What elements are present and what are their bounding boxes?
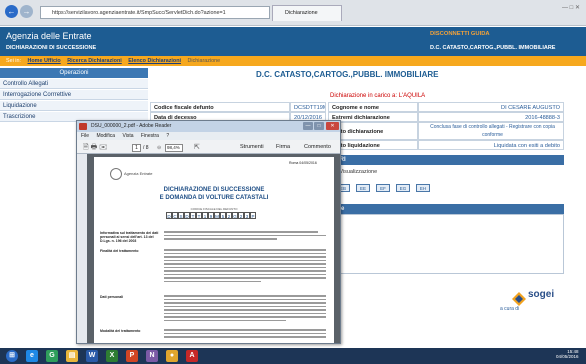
- breadcrumb-ricerca[interactable]: Ricerca Dichiarazioni: [67, 58, 122, 64]
- close-icon[interactable]: ✕: [326, 122, 339, 130]
- start-icon[interactable]: ⊞: [6, 350, 18, 362]
- pdf-page: Roma 04/05/2016 Agenzia Entrate DICHIARA…: [94, 157, 334, 343]
- pdf-cf-box: P: [250, 212, 256, 219]
- pdf-date: Roma 04/05/2016: [289, 161, 317, 165]
- maximize-icon[interactable]: □: [314, 122, 324, 130]
- acrobat-taskbar-icon[interactable]: A: [186, 350, 198, 362]
- adri-btn-ef[interactable]: EF: [376, 184, 390, 192]
- cf-label: Codice fiscale defunto: [150, 102, 290, 112]
- acura-label: a cura di: [500, 306, 520, 312]
- cognome-label: Cognome e nome: [328, 102, 418, 112]
- acrobat-window[interactable]: DSU_000000_2.pdf - Adobe Reader — □ ✕ Fi…: [76, 120, 341, 344]
- menu-liquidazione[interactable]: Liquidazione: [0, 101, 148, 111]
- agency-title: Agenzia delle Entrate: [6, 31, 92, 41]
- tray-clock: 15:48 04/05/2016: [556, 349, 579, 359]
- page-title: D.C. CATASTO,CARTOG.,PUBBL. IMMOBILIARE: [256, 70, 439, 79]
- cf-value: DCSDTT19M52G23P: [290, 102, 326, 112]
- sogei-logo-icon: [512, 292, 526, 306]
- pdf-text-block-2: [164, 249, 326, 284]
- pdf-heading-2: E DOMANDA DI VOLTURE CATASTALI: [159, 195, 269, 201]
- page-number-input[interactable]: 1: [132, 144, 141, 152]
- pdf-cf-caption: CODICE FISCALE DEL DEFUNTO: [190, 207, 238, 211]
- tools-button[interactable]: Strumenti: [240, 144, 264, 150]
- operations-heading: Operazioni: [0, 68, 148, 78]
- note-textarea[interactable]: [328, 214, 564, 274]
- breadcrumb-elenco[interactable]: Elenco Dichiarazioni: [128, 58, 181, 64]
- minimize-icon[interactable]: —: [303, 122, 313, 130]
- ie-icon[interactable]: e: [26, 350, 38, 362]
- site-subtitle: DICHIARAZIONI DI SUCCESSIONE: [6, 45, 97, 51]
- acrobat-app-icon: [79, 123, 87, 130]
- onenote-icon[interactable]: N: [146, 350, 158, 362]
- comment-button[interactable]: Commento: [304, 144, 331, 150]
- pdf-text-block-3: [164, 295, 326, 323]
- adri-btn-eh[interactable]: EH: [416, 184, 430, 192]
- zoom-input[interactable]: 98,4%: [165, 144, 183, 152]
- liquidazione-label: Stato liquidazione: [328, 140, 418, 150]
- breadcrumb-dichiarazione: Dichiarazione: [187, 58, 221, 64]
- menu-controllo-allegati[interactable]: Controllo Allegati: [0, 79, 148, 89]
- pdf-text-block-4: [164, 329, 326, 340]
- sogei-brand: sogei: [528, 289, 555, 300]
- adri-btn-ee[interactable]: EE: [356, 184, 370, 192]
- breadcrumb-home[interactable]: Home Ufficio: [27, 58, 60, 64]
- address-bar[interactable]: https://servizilavoro.agenziaentrate.it/…: [40, 6, 270, 19]
- zoom-out-icon[interactable]: ⊖: [157, 145, 161, 151]
- agency-logo-icon: [110, 168, 122, 180]
- window-controls[interactable]: — □ ✕: [562, 4, 580, 11]
- pdf-text-block-1: [164, 231, 326, 242]
- menu-vista[interactable]: Vista: [122, 133, 133, 139]
- word-icon[interactable]: W: [86, 350, 98, 362]
- top-links[interactable]: DISCONNETTI GUIDA: [430, 31, 490, 37]
- adri-btn-eg[interactable]: EG: [396, 184, 410, 192]
- adri-heading: ADRI: [328, 155, 564, 165]
- estremi-value: 2016-48888-3: [418, 112, 564, 122]
- dichiarazione-state: Dichiarazione in carico a: L'AQUILA: [330, 93, 426, 99]
- stato-value: Conclusa fase di controllo allegati - Re…: [418, 122, 564, 140]
- pdf-cf-boxes: DCSDTT19M52G23P: [166, 212, 256, 219]
- breadcrumb-prefix: Sei in:: [6, 58, 21, 64]
- office-name: D.C. CATASTO,CARTOG.,PUBBL. IMMOBILIARE: [430, 45, 556, 51]
- select-tool-icon[interactable]: ⇱: [194, 143, 200, 151]
- app-icon[interactable]: ●: [166, 350, 178, 362]
- menu-modifica[interactable]: Modifica: [96, 133, 115, 139]
- powerpoint-icon[interactable]: P: [126, 350, 138, 362]
- pdf-section-dati: Dati personali: [100, 295, 124, 299]
- pdf-heading-1: DICHIARAZIONE DI SUCCESSIONE: [163, 187, 265, 193]
- visualizzazione-label: Visualizzazione: [339, 169, 378, 175]
- toolbar-file-icons[interactable]: 🗎 🖶 ✉: [83, 143, 107, 154]
- explorer-icon[interactable]: ▤: [66, 350, 78, 362]
- pdf-logo-text: Agenzia Entrate: [124, 171, 153, 176]
- menu-file[interactable]: File: [81, 133, 89, 139]
- page-total: / 8: [143, 145, 149, 151]
- sign-button[interactable]: Firma: [276, 144, 290, 150]
- breadcrumb: Sei in: Home Ufficio Ricerca Dichiarazio…: [0, 56, 586, 66]
- pdf-section-informativa: Informativa sul trattamento dei dati per…: [100, 231, 159, 243]
- tray-date: 04/05/2016: [556, 354, 579, 359]
- acrobat-toolbar: [77, 140, 340, 154]
- estremi-label: Estremi dichiarazione: [328, 112, 418, 122]
- pdf-section-modalita: Modalità del trattamento: [100, 329, 141, 333]
- chrome-icon[interactable]: G: [46, 350, 58, 362]
- browser-tab[interactable]: Dichiarazione: [272, 5, 342, 21]
- acrobat-title: DSU_000000_2.pdf - Adobe Reader: [77, 121, 340, 132]
- forward-icon[interactable]: →: [20, 5, 33, 18]
- excel-icon[interactable]: X: [106, 350, 118, 362]
- pdf-section-finalita: Finalità del trattamento: [100, 249, 139, 253]
- acrobat-menu: File Modifica Vista Finestra ?: [77, 132, 340, 140]
- menu-finestra[interactable]: Finestra: [141, 133, 159, 139]
- menu-help[interactable]: ?: [166, 133, 169, 139]
- stato-label: Stato dichiarazione: [328, 122, 418, 140]
- nav-panel[interactable]: [77, 154, 87, 343]
- note-heading: Note: [328, 204, 564, 214]
- liquidazione-value: Liquidata con esiti a debito: [418, 140, 564, 150]
- back-icon[interactable]: ←: [5, 5, 18, 18]
- cognome-value: DI CESARE AUGUSTO: [418, 102, 564, 112]
- menu-interrogazione[interactable]: Interrogazione Corrrettive: [0, 90, 148, 100]
